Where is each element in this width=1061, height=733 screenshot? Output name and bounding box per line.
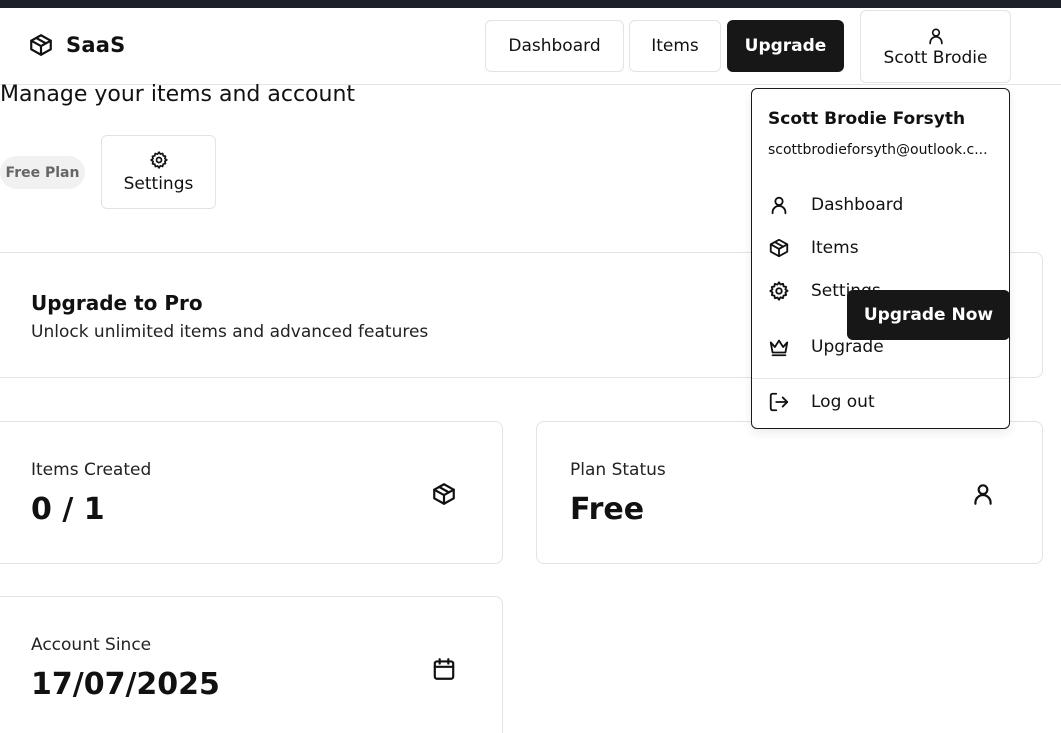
- menu-item-label: Upgrade: [811, 337, 884, 357]
- calendar-icon: [433, 658, 455, 680]
- logout-icon: [769, 392, 789, 412]
- user-menu-button[interactable]: Scott Brodie: [860, 10, 1011, 83]
- user-icon: [928, 27, 943, 44]
- package-icon: [30, 34, 52, 56]
- menu-separator: [752, 378, 1009, 379]
- brand[interactable]: SaaS: [28, 32, 125, 58]
- dropdown-user-name: Scott Brodie Forsyth: [768, 109, 966, 129]
- stat-value: Free: [570, 492, 645, 527]
- upgrade-now-button[interactable]: Upgrade Now: [847, 290, 1010, 340]
- stat-value: 17/07/2025: [31, 667, 220, 702]
- page-subtitle: Manage your items and account: [0, 82, 356, 107]
- stat-label: Items Created: [31, 460, 152, 480]
- user-icon: [771, 196, 787, 215]
- package-icon: [433, 483, 455, 505]
- user-menu-label: Scott Brodie: [883, 47, 988, 68]
- menu-item-logout[interactable]: Log out: [752, 384, 1009, 420]
- dropdown-user-email: scottbrodieforsyth@outlook.c...: [768, 142, 988, 158]
- stat-card-account-since: Account Since 17/07/2025: [0, 596, 503, 733]
- brand-name: SaaS: [66, 33, 126, 57]
- upgrade-card-title: Upgrade to Pro: [31, 291, 203, 315]
- user-icon: [974, 484, 992, 505]
- nav-upgrade-button[interactable]: Upgrade: [727, 20, 844, 72]
- menu-item-label: Log out: [811, 392, 875, 412]
- crown-icon: [769, 339, 789, 357]
- stat-card-items-created: Items Created 0 / 1: [0, 421, 503, 564]
- nav-dashboard-button[interactable]: Dashboard: [485, 20, 624, 72]
- settings-button[interactable]: Settings: [101, 135, 216, 209]
- menu-item-items[interactable]: Items: [752, 230, 1009, 266]
- menu-item-label: Items: [811, 238, 859, 258]
- gear-icon: [769, 281, 789, 301]
- menu-item-label: Dashboard: [811, 195, 904, 215]
- gear-icon: [149, 151, 168, 169]
- user-dropdown-menu: Scott Brodie Forsyth scottbrodieforsyth@…: [751, 88, 1010, 429]
- settings-button-label: Settings: [123, 174, 194, 194]
- stat-card-plan-status: Plan Status Free: [536, 421, 1043, 564]
- menu-item-dashboard[interactable]: Dashboard: [752, 187, 1009, 223]
- upgrade-card-description: Unlock unlimited items and advanced feat…: [31, 322, 429, 342]
- stat-label: Plan Status: [570, 460, 666, 480]
- browser-top-strip: [0, 0, 1061, 8]
- stat-label: Account Since: [31, 635, 152, 655]
- plan-badge: Free Plan: [0, 156, 85, 189]
- nav-items-button[interactable]: Items: [629, 20, 721, 72]
- package-icon: [769, 238, 789, 258]
- stat-value: 0 / 1: [31, 492, 105, 527]
- app-header: SaaS Dashboard Items Upgrade Scott Brodi…: [0, 8, 1061, 85]
